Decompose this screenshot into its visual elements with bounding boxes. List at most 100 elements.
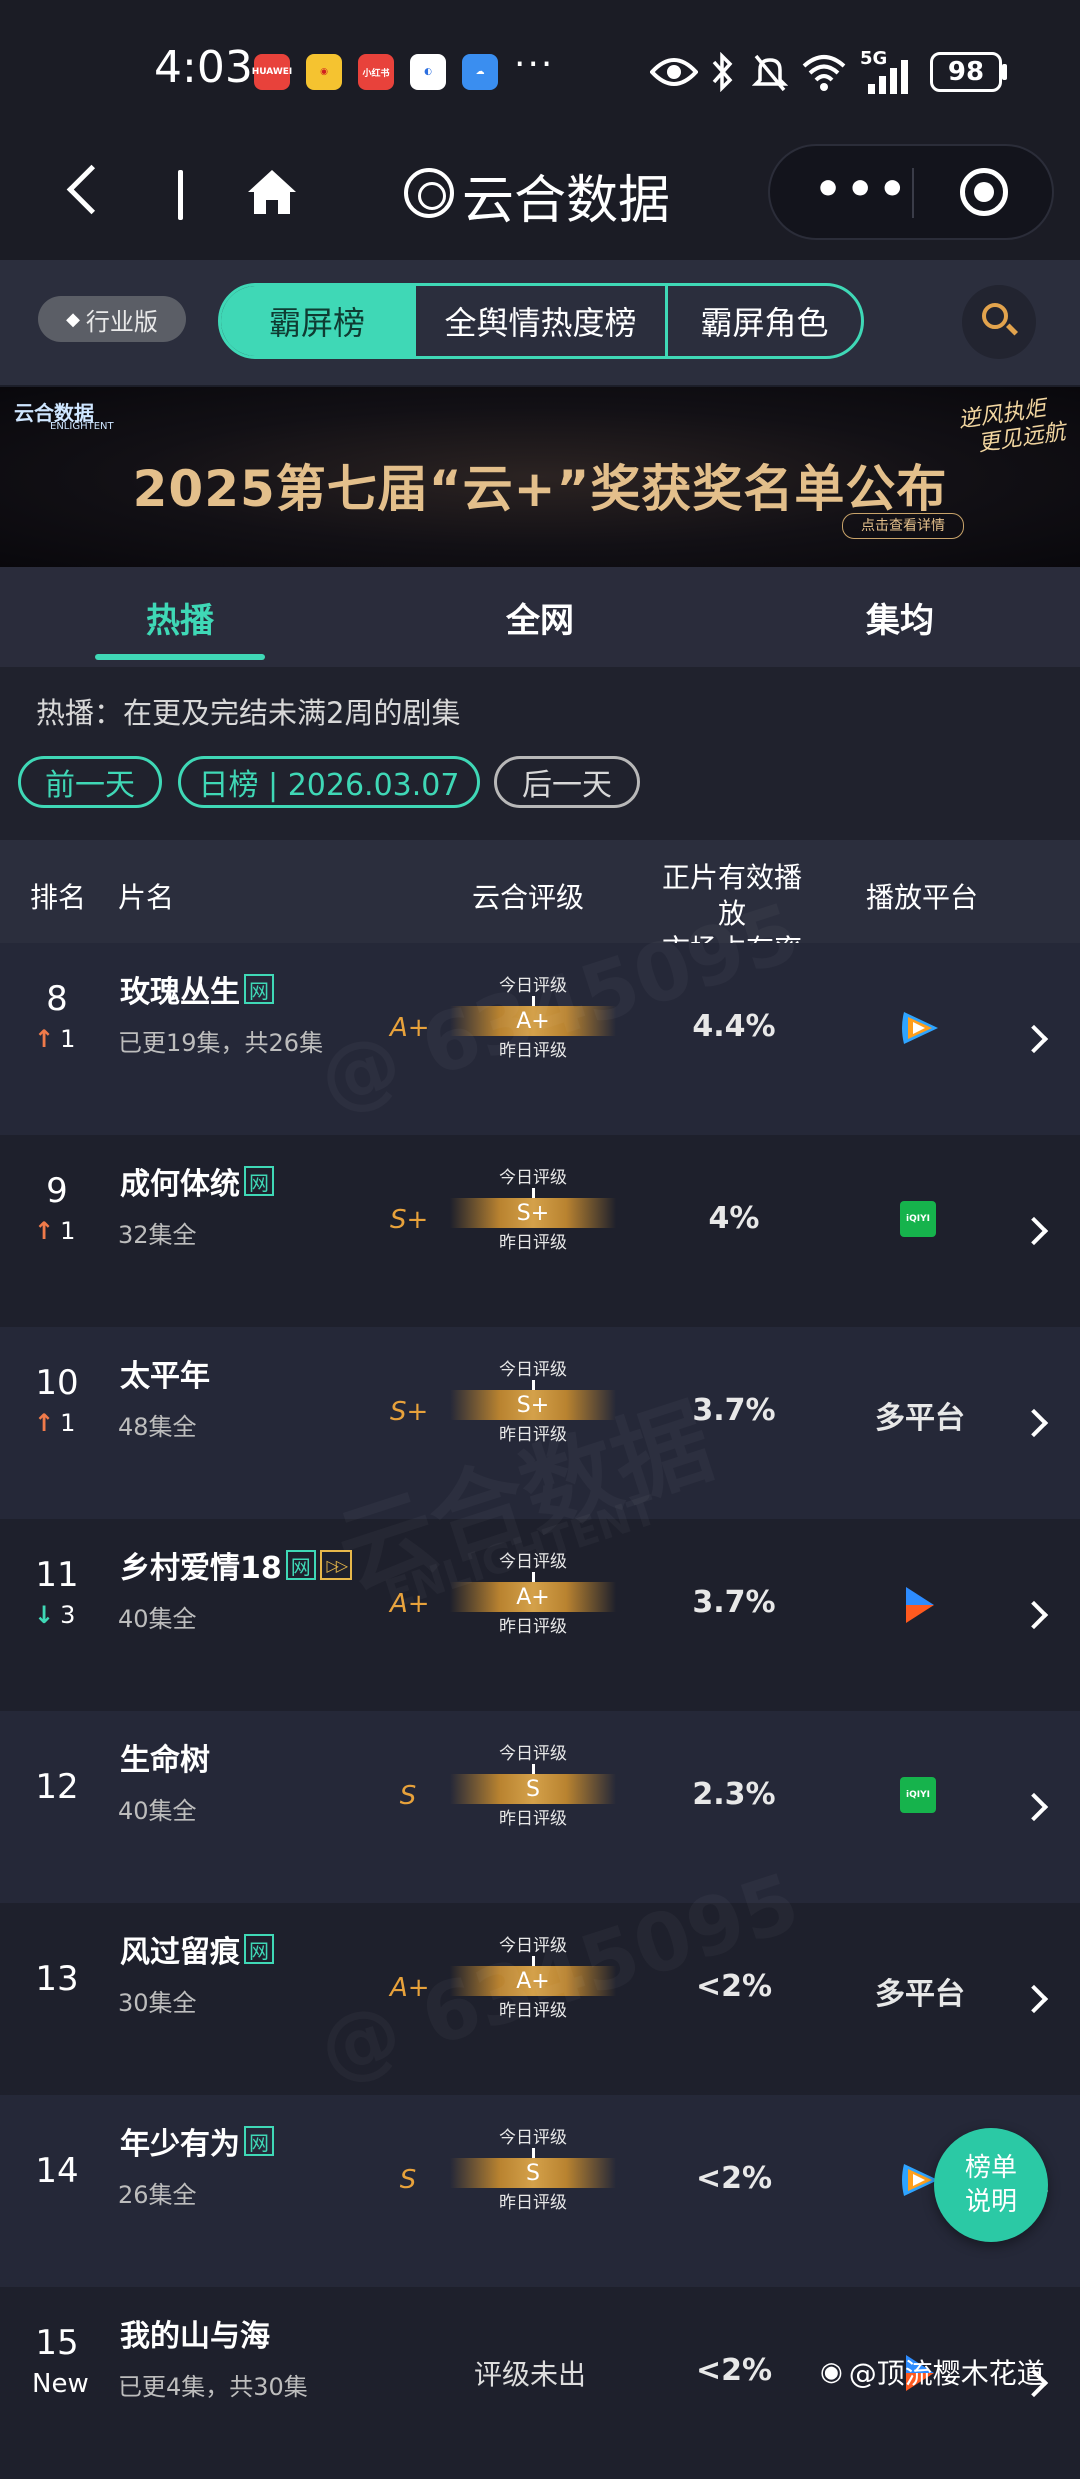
- arrow-down-icon: ↓: [34, 1601, 55, 1629]
- show-title[interactable]: 风过留痕网: [120, 1927, 274, 1971]
- rank-change: ↓ 3: [34, 1601, 75, 1629]
- web-drama-tag: 网: [244, 2126, 274, 2156]
- wifi-icon: [802, 55, 846, 91]
- platform-multi: 多平台: [875, 1401, 965, 1436]
- diamond-icon: ◆: [66, 308, 80, 330]
- row-detail-chevron-icon[interactable]: [1019, 1984, 1049, 2014]
- yesterday-grade: S+: [390, 1205, 429, 1235]
- arrow-up-icon: ↑: [34, 1025, 55, 1053]
- tab-per-episode[interactable]: 集均: [720, 567, 1080, 667]
- row-detail-chevron-icon[interactable]: [1019, 1216, 1049, 1246]
- yesterday-rating-label: 昨日评级: [499, 1617, 567, 1637]
- show-title[interactable]: 成何体统网: [120, 1159, 274, 1203]
- show-title[interactable]: 乡村爱情18 网 ▷▷: [120, 1543, 352, 1587]
- col-platform: 播放平台: [866, 881, 979, 914]
- episode-status: 26集全: [118, 2181, 197, 2209]
- yesterday-rating-label: 昨日评级: [499, 1809, 567, 1829]
- award-banner[interactable]: 云合数据 ENLIGHTENT 2025第七届“云+”奖获奖名单公布 逆风执炬 …: [0, 387, 1080, 567]
- show-title[interactable]: 年少有为网: [120, 2119, 274, 2163]
- row-detail-chevron-icon[interactable]: [1019, 1600, 1049, 1630]
- ranking-segment-control: 霸屏榜 全舆情热度榜 霸屏角色: [218, 283, 864, 359]
- rank-number: 14: [35, 2151, 79, 2191]
- weibo-credit: ◉ @顶流樱木花道: [820, 2357, 1045, 2390]
- tab-public-opinion-ranking[interactable]: 全舆情热度榜: [413, 286, 665, 356]
- tab-screen-characters[interactable]: 霸屏角色: [665, 286, 861, 356]
- browser-notification-icon: ◐: [410, 54, 446, 90]
- rank-change-value: 1: [60, 1217, 76, 1245]
- xiaohongshu-notification-icon: 小红书: [358, 54, 394, 90]
- battery-tip: [1002, 64, 1007, 80]
- rating-pending: 评级未出: [473, 2358, 586, 2391]
- rank-number: 9: [46, 1171, 68, 1211]
- table-header: 排名 片名 云合评级 正片有效播放 市场占有率 播放平台: [0, 840, 1080, 966]
- iqiyi-platform-icon: iQIYI: [900, 1777, 936, 1813]
- app-title: 云合数据: [462, 171, 671, 231]
- eye-icon: [650, 58, 698, 86]
- active-tab-indicator: [95, 654, 265, 660]
- market-share: 4%: [708, 1201, 760, 1236]
- episode-status: 32集全: [118, 1221, 197, 1249]
- row-detail-chevron-icon[interactable]: [1019, 1792, 1049, 1822]
- table-row[interactable]: 9 ↑ 1 成何体统网 32集全 S+ 今日评级 S+ 昨日评级 4% iQIYI: [0, 1135, 1080, 1327]
- show-title-text: 成何体统: [120, 1167, 240, 1202]
- table-row[interactable]: 12 生命树 40集全 S 今日评级 S 昨日评级 2.3% iQIYI: [0, 1711, 1080, 1903]
- today-rating-label: 今日评级: [499, 1360, 567, 1380]
- market-share: 3.7%: [692, 1585, 776, 1620]
- close-miniprogram-icon[interactable]: [960, 168, 1008, 216]
- show-title[interactable]: 玫瑰丛生网: [120, 967, 274, 1011]
- arrow-up-icon: ↑: [34, 1217, 55, 1245]
- today-rating-label: 今日评级: [499, 1168, 567, 1188]
- show-title[interactable]: 太平年: [120, 1351, 210, 1395]
- show-title-text: 生命树: [120, 1743, 210, 1778]
- yunhe-logo-icon: [404, 168, 454, 218]
- episode-status: 40集全: [118, 1797, 197, 1825]
- hot-definition-note: 热播：在更及完结未满2周的剧集: [36, 696, 461, 730]
- tab-screen-ranking[interactable]: 霸屏榜: [221, 286, 413, 356]
- rank-number: 15: [35, 2323, 79, 2363]
- col-rank: 排名: [30, 881, 87, 914]
- prev-day-button[interactable]: 前一天: [18, 756, 162, 808]
- episode-status: 30集全: [118, 1989, 197, 2017]
- date-selector[interactable]: 日榜 | 2026.03.07: [178, 756, 480, 808]
- signal-icon: [868, 60, 908, 94]
- col-title: 片名: [118, 881, 175, 914]
- episode-status: 已更19集，共26集: [118, 1029, 324, 1057]
- today-rating-value: S: [450, 2158, 616, 2188]
- cloud-notification-icon: ☁: [462, 54, 498, 90]
- home-icon[interactable]: [244, 164, 300, 220]
- table-row[interactable]: 14 年少有为网 26集全 S 今日评级 S 昨日评级 <2%: [0, 2095, 1080, 2287]
- next-day-button[interactable]: 后一天: [494, 756, 640, 808]
- tab-hot[interactable]: 热播: [0, 567, 360, 667]
- show-title-text: 年少有为: [120, 2127, 240, 2162]
- show-title[interactable]: 我的山与海: [120, 2311, 270, 2355]
- rank-number: 8: [46, 979, 68, 1019]
- rank-change: ↑ 1: [34, 1409, 75, 1437]
- rating-indicator: 今日评级 S 昨日评级: [450, 1739, 616, 1829]
- web-drama-tag: 网: [244, 1934, 274, 1964]
- nav-divider: [178, 170, 183, 220]
- status-bar: 4:03 HUAWEI ◉ 小红书 ◐ ☁ ··· 5G 98: [0, 0, 1080, 140]
- rank-number: 11: [35, 1555, 79, 1595]
- banner-cta[interactable]: 点击查看详情: [842, 513, 964, 539]
- row-detail-chevron-icon[interactable]: [1019, 1408, 1049, 1438]
- rating-tick: [531, 2148, 535, 2158]
- more-menu-icon[interactable]: •••: [814, 164, 910, 215]
- web-drama-tag: 网: [285, 1550, 316, 1580]
- ranking-explanation-button[interactable]: 榜单 说明: [934, 2128, 1048, 2242]
- bluetooth-icon: [712, 52, 733, 92]
- tab-all-network[interactable]: 全网: [360, 567, 720, 667]
- yesterday-grade: S: [399, 1781, 417, 1811]
- show-title-text: 乡村爱情18: [120, 1551, 282, 1586]
- show-title[interactable]: 生命树: [120, 1735, 210, 1779]
- search-button[interactable]: [962, 285, 1036, 359]
- rank-change-value: 1: [60, 1409, 76, 1437]
- show-title-text: 太平年: [120, 1359, 210, 1394]
- today-rating-label: 今日评级: [499, 2128, 567, 2148]
- industry-edition-badge[interactable]: ◆ 行业版: [38, 296, 186, 342]
- market-share: <2%: [695, 2161, 773, 2196]
- rank-change-value: 1: [60, 1025, 76, 1053]
- row-detail-chevron-icon[interactable]: [1019, 1024, 1049, 1054]
- episode-status: 已更4集，共30集: [118, 2373, 308, 2401]
- yesterday-grade: S+: [390, 1397, 429, 1427]
- rank-number: 10: [35, 1363, 79, 1403]
